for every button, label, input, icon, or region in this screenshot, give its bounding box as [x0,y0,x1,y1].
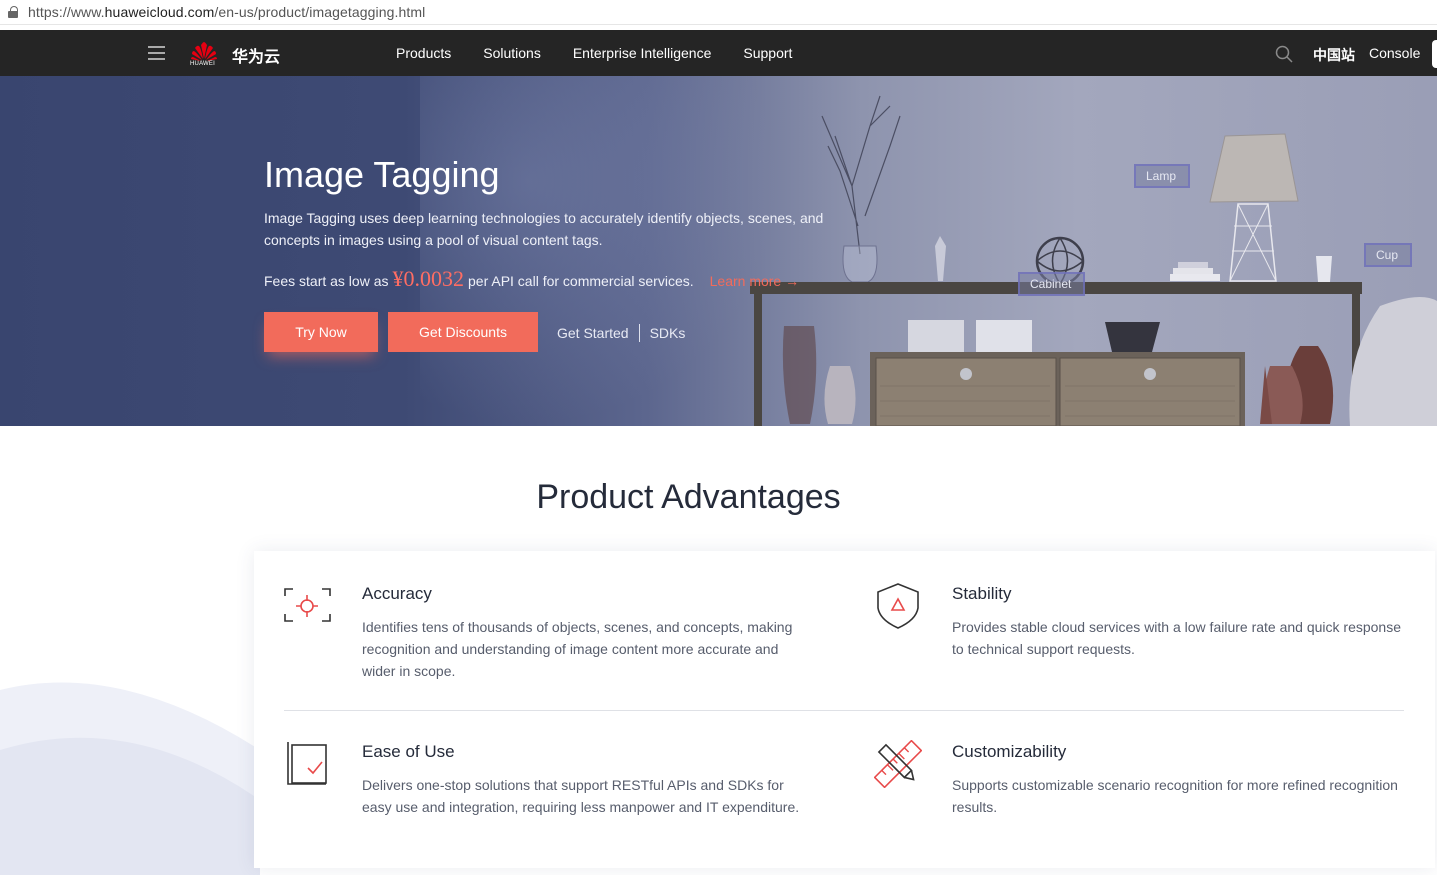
nav-link-support[interactable]: Support [743,45,792,61]
tag-cup: Cup [1364,243,1413,267]
tag-cabinet: Cabinet [1018,272,1086,296]
feature-stability: Stability Provides stable cloud services… [952,584,1412,660]
language-switch[interactable]: 中国站 [1313,45,1355,65]
shield-icon [877,583,919,629]
target-icon [284,588,331,622]
feature-text: Delivers one-stop solutions that support… [362,777,800,815]
hero-glow [420,76,780,426]
nav-link-products[interactable]: Products [396,45,451,61]
feature-customizability: Customizability Supports customizable sc… [952,742,1412,818]
fees-suffix: per API call for commercial services. [468,273,694,289]
sdks-link[interactable]: SDKs [650,325,686,341]
nav-link-solutions[interactable]: Solutions [483,45,541,61]
brand-name[interactable]: 华为云 [232,43,280,67]
pricing-line: Fees start as low as ¥0.0032 per API cal… [264,266,799,292]
hero-description: Image Tagging uses deep learning technol… [264,210,824,248]
hero-title: Image Tagging [264,154,500,195]
learn-more-link[interactable]: Learn more → [710,273,799,289]
url-host: huaweicloud.com [104,4,215,20]
nav-links: Products Solutions Enterprise Intelligen… [396,45,824,61]
feature-text: Provides stable cloud services with a lo… [952,619,1402,657]
section-title: Product Advantages [536,478,841,516]
top-nav: HUAWEI 华为云 Products Solutions Enterprise… [0,30,1437,76]
url-path: /en-us/product/imagetagging.html [214,4,426,20]
feature-divider [284,710,1404,711]
feature-title: Ease of Use [362,742,455,761]
ruler-pencil-icon [874,740,922,788]
feature-title: Customizability [952,742,1067,761]
hero-secondary-links: Get Started SDKs [557,324,685,342]
url-text[interactable]: https://www.huaweicloud.com/en-us/produc… [28,4,425,20]
feature-title: Stability [952,584,1012,603]
get-started-link[interactable]: Get Started [557,325,629,341]
price-value: ¥0.0032 [392,266,465,291]
menu-icon[interactable] [148,46,165,60]
logo-text: HUAWEI [190,61,215,67]
hero-banner: Image Tagging Image Tagging uses deep le… [0,76,1437,426]
fees-prefix: Fees start as low as [264,273,389,289]
feature-text: Identifies tens of thousands of objects,… [362,619,793,679]
lock-icon [8,6,18,18]
document-check-icon [287,742,327,785]
console-link[interactable]: Console [1369,45,1420,61]
tag-lamp: Lamp [1134,164,1191,188]
address-bar[interactable]: https://www.huaweicloud.com/en-us/produc… [0,0,1437,25]
side-tab[interactable] [1432,40,1437,68]
link-divider [638,324,640,342]
url-prefix: https://www. [28,4,105,20]
feature-ease-of-use: Ease of Use Delivers one-stop solutions … [362,742,812,818]
feature-title: Accuracy [362,584,432,603]
background-wave [0,682,260,875]
nav-link-enterprise-intelligence[interactable]: Enterprise Intelligence [573,45,712,61]
feature-text: Supports customizable scenario recogniti… [952,777,1398,815]
get-discounts-button[interactable]: Get Discounts [388,312,538,352]
search-icon[interactable] [1275,45,1293,63]
try-now-button[interactable]: Try Now [264,312,378,352]
feature-accuracy: Accuracy Identifies tens of thousands of… [362,584,812,682]
hero-furniture-illustration [750,95,1437,426]
